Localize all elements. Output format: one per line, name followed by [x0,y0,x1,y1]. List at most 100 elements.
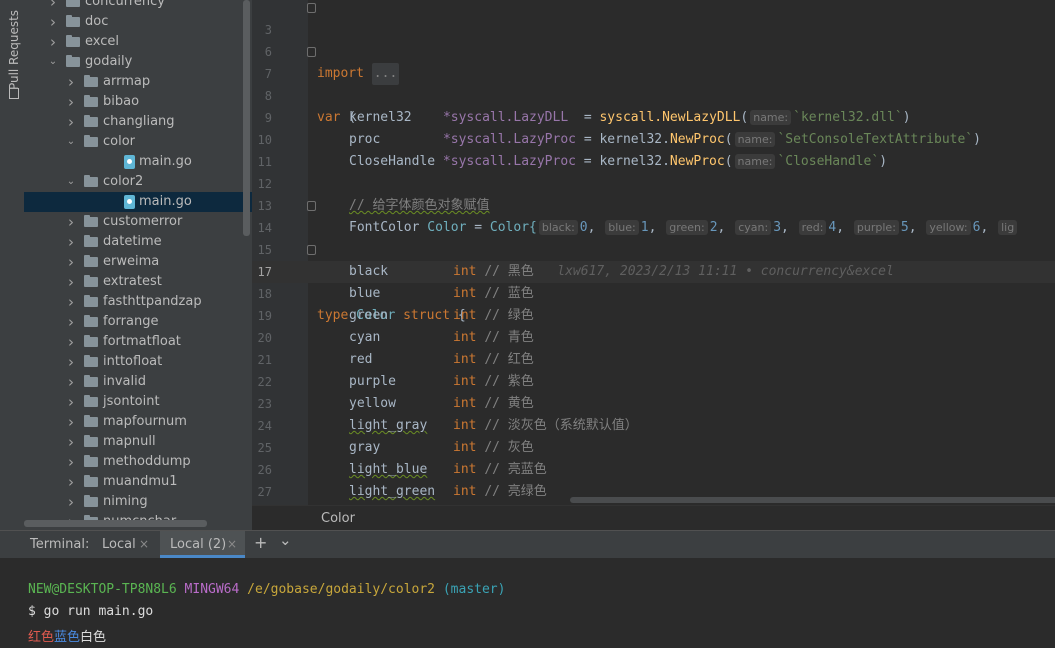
chevron-right-icon[interactable]: › [66,392,76,412]
tree-folder[interactable]: › changliang [24,112,252,132]
tree-item-label: forrange [103,314,159,329]
tree-horizontal-scrollbar[interactable] [24,520,207,527]
breadcrumb-item[interactable]: Color [321,511,355,526]
line-number: 26 [257,463,272,477]
chevron-right-icon[interactable]: › [66,412,76,432]
code-line: 17 black int // 黑色 lxw617, 2023/2/13 11:11… [252,261,1055,283]
chevron-right-icon[interactable]: › [66,372,76,392]
tree-folder[interactable]: › customerror [24,212,252,232]
tree-folder[interactable]: › inttofloat [24,352,252,372]
line-number: 20 [257,331,272,345]
chevron-right-icon[interactable]: › [66,292,76,312]
tree-folder[interactable]: › fortmatfloat [24,332,252,352]
tree-item-label: niming [103,494,148,509]
tree-item-label: mapfournum [103,414,187,429]
chevron-right-icon[interactable]: › [66,252,76,272]
tree-file[interactable]: main.go [24,152,252,172]
chevron-right-icon[interactable]: › [66,352,76,372]
editor-horizontal-scrollbar[interactable] [570,497,1055,503]
struct-field-type: int [453,484,477,499]
tab-local-2[interactable]: Local (2) × [160,531,245,558]
chevron-right-icon[interactable]: › [66,452,76,472]
tree-file[interactable]: main.go [24,192,252,212]
struct-field-name: green [349,308,389,323]
chevron-right-icon[interactable]: › [66,492,76,512]
tree-folder[interactable]: › methoddump [24,452,252,472]
tree-folder[interactable]: › niming [24,492,252,512]
fold-icon[interactable] [307,3,316,13]
tree-folder[interactable]: › forrange [24,312,252,332]
tree-folder[interactable]: › arrmap [24,72,252,92]
chevron-down-icon[interactable]: ⌄ [66,132,76,152]
add-tab-button[interactable]: + [254,533,267,552]
chevron-right-icon[interactable]: › [66,232,76,252]
chevron-right-icon[interactable]: › [66,332,76,352]
tree-folder[interactable]: › muandmu1 [24,472,252,492]
fold-icon[interactable] [307,245,316,255]
tree-folder[interactable]: › datetime [24,232,252,252]
folder-icon [84,375,98,387]
struct-field-type: int [453,462,477,477]
fold-icon[interactable] [307,47,316,57]
code-comment: // 淡灰色（系统默认值） [484,418,638,433]
chevron-right-icon[interactable]: › [66,272,76,292]
folder-icon [84,355,98,367]
close-icon[interactable]: × [139,537,149,551]
pull-requests-tab[interactable]: Pull Requests [2,8,22,99]
chevron-down-icon[interactable]: ⌄ [66,172,76,192]
struct-field-type: int [453,264,477,279]
chevron-right-icon[interactable]: › [66,312,76,332]
fold-icon[interactable] [307,201,316,211]
struct-field-name: red [349,352,373,367]
code-line: 13 FontColor Color = Color{black: 0, blue… [252,173,1055,235]
chevron-down-icon[interactable]: ⌄ [48,52,58,72]
line-number: 19 [257,309,272,323]
chevron-right-icon[interactable]: › [66,472,76,492]
chevron-right-icon[interactable]: › [66,212,76,232]
tree-item-label: methoddump [103,454,191,469]
chevron-right-icon[interactable]: › [48,32,58,52]
chevron-right-icon[interactable]: › [66,432,76,452]
tree-folder[interactable]: ⌄ color [24,132,252,152]
folder-icon [66,35,80,47]
tree-folder[interactable]: ⌄ color2 [24,172,252,192]
tree-folder[interactable]: › fasthttpandzap [24,292,252,312]
chevron-right-icon[interactable]: › [48,12,58,32]
tree-folder[interactable]: › invalid [24,372,252,392]
line-number: 21 [257,353,272,367]
tree-folder[interactable]: › mapnull [24,432,252,452]
struct-field-type: int [453,286,477,301]
chevron-right-icon[interactable]: › [66,112,76,132]
chevron-right-icon[interactable]: › [66,92,76,112]
code-line: 15 [252,217,1055,257]
struct-field-type: int [453,374,477,389]
tree-folder[interactable]: › mapfournum [24,412,252,432]
tree-folder[interactable]: › concurrency [24,0,252,12]
tree-item-label: jsontoint [103,394,160,409]
chevron-right-icon[interactable]: › [48,0,58,12]
tree-folder[interactable]: ⌄ godaily [24,52,252,72]
tree-folder[interactable]: › erweima [24,252,252,272]
code-editor[interactable]: 3 import ... 6 7 var ( 8 kernel32 *sysca… [252,0,1055,505]
tree-folder[interactable]: › jsontoint [24,392,252,412]
code-line: 23 yellow int // 黄色 [252,393,1055,415]
close-icon[interactable]: × [227,537,237,551]
tree-folder[interactable]: › bibao [24,92,252,112]
git-blame-annotation[interactable]: lxw617, 2023/2/13 11:11 • concurrency&ex… [557,264,894,279]
struct-field-type: int [453,330,477,345]
left-tool-strip: Pull Requests [0,0,25,530]
tree-folder[interactable]: › extratest [24,272,252,292]
chevron-down-icon[interactable]: ⌄ [279,531,292,549]
folder-icon [84,175,98,187]
code-line: 16 type Color struct { [252,239,1055,323]
chevron-right-icon[interactable]: › [66,72,76,92]
tab-local[interactable]: Local [102,537,136,552]
terminal-output[interactable]: NEW@DESKTOP-TP8N8L6 MINGW64 /e/gobase/go… [0,558,1055,648]
tree-folder[interactable]: › doc [24,12,252,32]
tree-folder[interactable]: › excel [24,32,252,52]
code-line: 20 cyan int // 青色 [252,327,1055,349]
code-comment: // 红色 [484,352,534,367]
struct-field-type: int [453,396,477,411]
tree-vertical-scrollbar[interactable] [243,0,250,236]
tree-item-label: extratest [103,274,162,289]
